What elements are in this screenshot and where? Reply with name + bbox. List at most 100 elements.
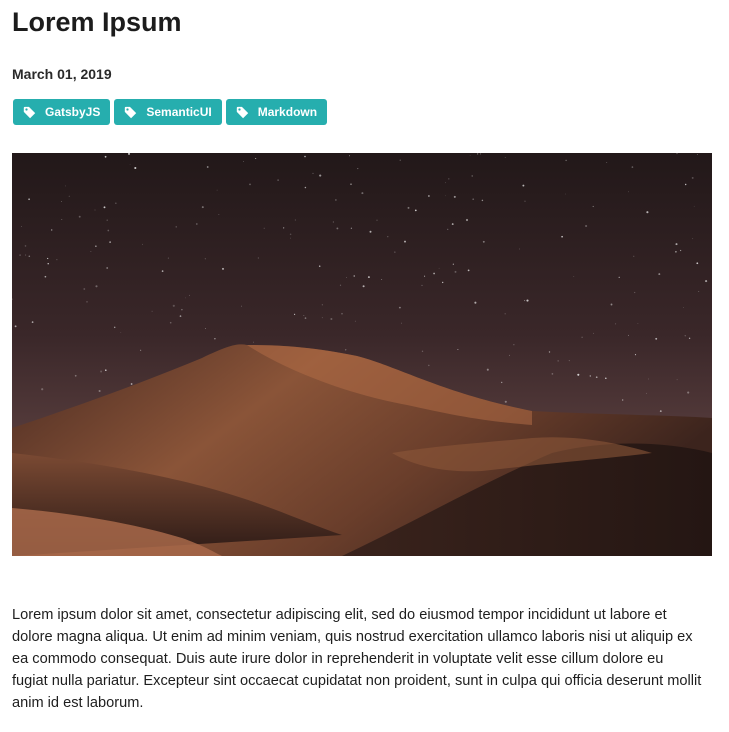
- star: [646, 392, 647, 394]
- star: [438, 267, 440, 269]
- tag-gatsbyjs[interactable]: GatsbyJS: [13, 99, 111, 125]
- star: [175, 226, 177, 228]
- star: [676, 379, 678, 381]
- star: [41, 388, 44, 391]
- star: [693, 205, 695, 207]
- star: [341, 312, 343, 315]
- star: [442, 281, 444, 284]
- star: [467, 269, 470, 272]
- star: [428, 364, 430, 367]
- star: [692, 238, 694, 240]
- star: [330, 317, 333, 321]
- star: [605, 377, 607, 380]
- tag-label: GatsbyJS: [45, 105, 101, 119]
- star: [637, 323, 639, 324]
- star: [513, 344, 515, 346]
- star: [524, 300, 526, 302]
- star: [705, 280, 708, 283]
- star: [44, 275, 47, 278]
- star: [294, 219, 297, 221]
- star: [557, 360, 559, 362]
- star: [185, 297, 186, 299]
- tag-icon: [124, 106, 137, 119]
- star: [696, 262, 699, 265]
- star: [349, 155, 350, 157]
- star: [658, 273, 661, 276]
- star: [451, 223, 454, 226]
- star: [595, 376, 598, 379]
- star: [90, 251, 92, 252]
- star: [394, 251, 396, 253]
- star: [691, 176, 694, 179]
- star: [564, 193, 566, 195]
- star: [361, 192, 364, 195]
- star: [332, 221, 334, 223]
- star: [548, 351, 551, 353]
- star: [214, 338, 216, 340]
- star: [339, 284, 342, 286]
- star: [105, 369, 107, 371]
- star: [21, 226, 22, 227]
- star: [107, 229, 110, 232]
- star: [130, 383, 133, 385]
- star: [277, 179, 279, 181]
- star: [615, 323, 617, 325]
- star: [447, 228, 449, 231]
- star: [95, 245, 97, 247]
- post-date: March 01, 2019: [12, 66, 112, 82]
- star: [445, 182, 447, 184]
- post-title: Lorem Ipsum: [12, 7, 182, 37]
- star: [304, 155, 306, 158]
- star: [113, 326, 116, 329]
- star: [519, 248, 520, 250]
- star: [61, 201, 62, 202]
- star: [659, 410, 662, 412]
- star: [216, 189, 218, 191]
- star: [294, 313, 296, 315]
- star: [221, 267, 225, 270]
- star: [303, 315, 305, 316]
- star: [115, 202, 117, 204]
- star: [479, 153, 481, 155]
- star: [74, 374, 77, 377]
- star: [454, 270, 457, 273]
- star: [504, 157, 506, 158]
- star: [104, 155, 107, 158]
- star: [568, 360, 570, 362]
- star: [106, 267, 109, 269]
- tag-label: Markdown: [257, 105, 318, 119]
- star: [679, 249, 682, 252]
- star: [407, 206, 410, 209]
- star: [526, 299, 529, 302]
- star: [103, 206, 106, 209]
- star: [344, 349, 347, 351]
- tag-icon: [236, 106, 249, 119]
- star: [696, 154, 698, 155]
- star: [581, 336, 583, 339]
- star: [561, 235, 563, 238]
- star: [472, 198, 475, 201]
- star: [319, 174, 322, 177]
- star: [585, 224, 588, 228]
- star: [414, 209, 417, 212]
- tag-semanticui[interactable]: SemanticUI: [114, 99, 222, 125]
- star: [25, 254, 27, 256]
- star: [655, 337, 658, 340]
- star: [61, 219, 63, 220]
- star: [167, 257, 169, 259]
- star: [14, 325, 17, 328]
- star: [109, 241, 111, 243]
- star: [350, 227, 353, 229]
- star: [263, 227, 265, 229]
- tag-icon: [23, 106, 36, 119]
- star: [622, 399, 624, 401]
- star: [610, 303, 613, 306]
- star: [204, 328, 206, 330]
- star: [201, 206, 204, 209]
- star: [453, 195, 456, 198]
- star: [189, 294, 190, 296]
- tag-label: SemanticUI: [146, 105, 212, 119]
- star: [83, 288, 86, 290]
- tag-markdown[interactable]: Markdown: [225, 99, 328, 125]
- star: [257, 257, 259, 259]
